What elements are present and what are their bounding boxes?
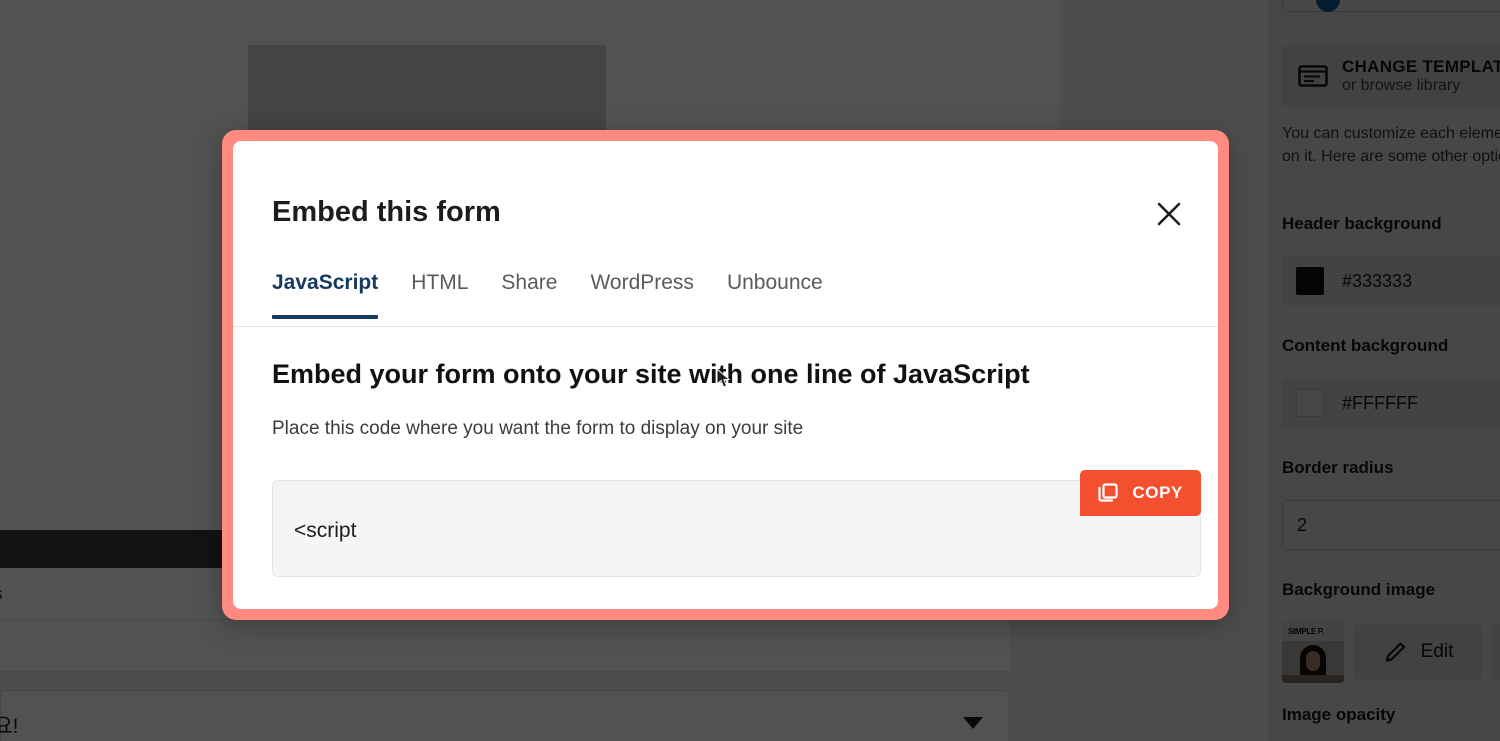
change-template-title: CHANGE TEMPLATE	[1342, 56, 1500, 76]
sidebar-description: You can customize each element on it. He…	[1282, 125, 1500, 166]
label-background-image: Background image	[1282, 580, 1436, 599]
label-content-background: Content background	[1282, 336, 1449, 355]
embed-form-modal: Embed this form JavaScript HTML Share Wo…	[222, 130, 1229, 620]
label-header-background: Header background	[1282, 214, 1442, 233]
content-background-color-picker[interactable]: #FFFFFF	[1282, 378, 1500, 428]
panel-subtext: Place this code where you want the form …	[272, 418, 804, 439]
sidebar-partial-card[interactable]	[1282, 0, 1500, 12]
embed-code-text: <script	[294, 519, 357, 542]
label-border-radius: Border radius	[1282, 458, 1394, 477]
form-preview-header: SIMPLE P.	[0, 0, 1060, 40]
label-image-opacity: Image opacity	[1282, 705, 1396, 724]
tab-wordpress[interactable]: WordPress	[590, 265, 693, 319]
copy-button-label: COPY	[1132, 483, 1183, 502]
tab-html[interactable]: HTML	[411, 265, 468, 319]
thumbnail-title: SIMPLE P.	[1288, 627, 1324, 636]
panel-heading: Embed your form onto your site with one …	[272, 359, 1030, 389]
copy-button[interactable]: COPY	[1080, 470, 1201, 516]
settings-sidebar: CHANGE TEMPLATE or browse library You ca…	[1268, 0, 1500, 741]
form-korean-text: 세요!	[0, 715, 19, 738]
template-icon	[1298, 64, 1328, 88]
content-background-value: #FFFFFF	[1342, 392, 1418, 413]
color-swatch-icon	[1296, 389, 1324, 417]
app-root: SIMPLE P. s 세요!	[0, 0, 1500, 741]
edit-background-image-button[interactable]: Edit	[1354, 625, 1482, 679]
tab-unbounce[interactable]: Unbounce	[727, 265, 823, 319]
close-icon[interactable]	[1152, 197, 1186, 231]
background-image-controls: SIMPLE P. Edit	[1282, 621, 1500, 683]
form-select-field[interactable]	[0, 690, 1010, 741]
copy-icon	[1096, 481, 1120, 505]
chevron-down-icon	[963, 717, 983, 729]
remove-background-image-button[interactable]	[1492, 625, 1500, 679]
background-image-thumbnail[interactable]: SIMPLE P.	[1282, 621, 1344, 683]
header-background-value: #333333	[1342, 270, 1413, 291]
edit-label: Edit	[1420, 641, 1454, 662]
modal-title: Embed this form	[272, 196, 501, 228]
color-swatch-icon	[1296, 267, 1324, 295]
form-field-row[interactable]	[0, 620, 1010, 672]
tab-share[interactable]: Share	[501, 265, 557, 319]
embed-tabs: JavaScript HTML Share WordPress Unbounce	[233, 265, 1218, 327]
embed-code-box[interactable]: <script COPY	[272, 470, 1201, 577]
form-field-label: s	[0, 568, 3, 620]
header-background-color-picker[interactable]: #333333	[1282, 256, 1500, 306]
pencil-icon	[1385, 642, 1405, 662]
change-template-button[interactable]: CHANGE TEMPLATE or browse library	[1282, 45, 1500, 107]
border-radius-input[interactable]: 2	[1282, 500, 1500, 550]
change-template-subtitle: or browse library	[1342, 77, 1461, 94]
tab-javascript[interactable]: JavaScript	[272, 265, 379, 319]
